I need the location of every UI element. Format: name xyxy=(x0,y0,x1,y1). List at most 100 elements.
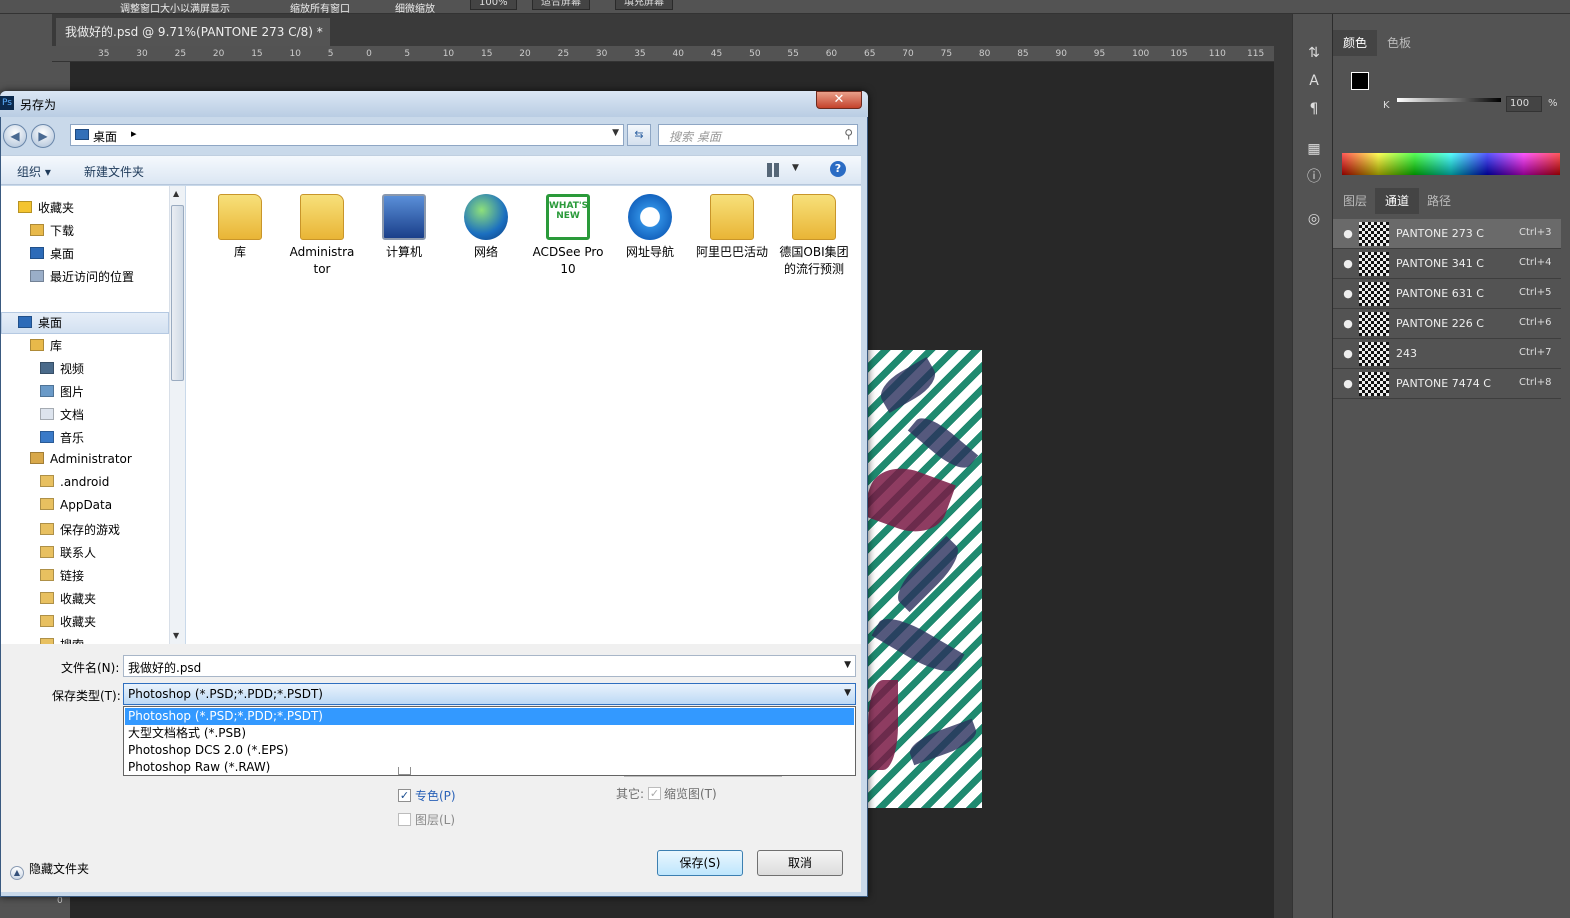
document-tab[interactable]: 我做好的.psd @ 9.71%(PANTONE 273 C/8) * × xyxy=(56,18,330,67)
desktop-icon xyxy=(75,129,89,140)
breadcrumb-arrow-icon[interactable]: ▸ xyxy=(131,127,137,140)
nav-item-libraries[interactable]: 库 xyxy=(30,337,62,354)
eye-icon[interactable]: ● xyxy=(1341,227,1355,241)
channel-row[interactable]: ● PANTONE 7474 C Ctrl+8 xyxy=(1333,369,1561,399)
scroll-down-icon[interactable]: ▼ xyxy=(173,631,179,640)
filetype-option[interactable]: Photoshop (*.PSD;*.PDD;*.PSDT) xyxy=(125,708,854,725)
tab-swatches[interactable]: 色板 xyxy=(1377,30,1421,56)
file-item[interactable]: 网址导航 xyxy=(612,194,688,261)
resize-windows-checkbox[interactable]: 调整窗口大小以满屏显示 xyxy=(120,0,230,15)
nav-item-label: 桌面 xyxy=(50,247,75,261)
file-item[interactable]: 德国OBI集团的流行预测 xyxy=(776,194,852,278)
view-dropdown-icon[interactable]: ▼ xyxy=(792,163,799,173)
filetype-option[interactable]: 大型文档格式 (*.PSB) xyxy=(125,725,854,742)
file-item[interactable]: WHAT'S NEW ACDSee Pro 10 xyxy=(530,194,606,278)
channel-row[interactable]: ● PANTONE 226 C Ctrl+6 xyxy=(1333,309,1561,339)
filetype-option[interactable]: Photoshop DCS 2.0 (*.EPS) xyxy=(125,742,854,759)
channel-row[interactable]: ● PANTONE 631 C Ctrl+5 xyxy=(1333,279,1561,309)
nav-item-admin[interactable]: Administrator xyxy=(30,452,132,466)
organize-button[interactable]: 组织 ▾ xyxy=(17,163,51,180)
eye-icon[interactable]: ● xyxy=(1341,347,1355,361)
info-icon[interactable]: ⓘ xyxy=(1305,168,1323,186)
tab-paths[interactable]: 路径 xyxy=(1417,188,1461,214)
filetype-select[interactable]: Photoshop (*.PSD;*.PDD;*.PSDT) ▼ xyxy=(123,683,856,705)
tab-layers[interactable]: 图层 xyxy=(1333,188,1377,214)
address-bar[interactable]: 桌面 ▸ ▼ xyxy=(70,124,624,146)
new-folder-button[interactable]: 新建文件夹 xyxy=(84,163,144,180)
nav-item-links[interactable]: 链接 xyxy=(40,567,84,584)
paragraph-icon[interactable]: ¶ xyxy=(1305,100,1323,118)
nav-item-search[interactable]: 搜索 xyxy=(40,636,84,644)
scrubby-zoom-checkbox[interactable]: 细微缩放 xyxy=(395,0,435,15)
search-icon[interactable]: ⚲ xyxy=(844,127,853,141)
saved-games-icon xyxy=(40,523,54,535)
channel-row[interactable]: ● 243 Ctrl+7 xyxy=(1333,339,1561,369)
refresh-icon[interactable]: ⇆ xyxy=(627,124,651,146)
color-spectrum-ramp[interactable] xyxy=(1342,153,1560,175)
foreground-color-swatch[interactable] xyxy=(1351,72,1369,90)
address-dropdown-icon[interactable]: ▼ xyxy=(612,128,619,138)
spot-colors-label[interactable]: 专色(P) xyxy=(415,787,456,804)
nav-item-fav1[interactable]: 收藏夹 xyxy=(40,590,96,607)
nav-item-recent[interactable]: 最近访问的位置 xyxy=(30,268,134,285)
file-item[interactable]: 库 xyxy=(202,194,278,261)
file-item[interactable]: Administra tor xyxy=(284,194,360,278)
nav-item-music[interactable]: 音乐 xyxy=(40,429,84,446)
nav-item-desktop[interactable]: 桌面 xyxy=(30,245,74,262)
canvas-scrollbar[interactable] xyxy=(1274,14,1292,918)
zoom-100-button[interactable]: 100% xyxy=(470,0,517,10)
back-arrow-icon[interactable]: ◀ xyxy=(3,124,27,148)
k-value-input[interactable]: 100 xyxy=(1506,96,1542,112)
ruler-tick: 115 xyxy=(1247,49,1265,59)
forward-arrow-icon[interactable]: ▶ xyxy=(31,124,55,148)
view-options-icon[interactable] xyxy=(767,163,781,177)
nav-item-favorites[interactable]: 收藏夹 xyxy=(18,199,74,216)
nav-item-desktop2[interactable]: 桌面 xyxy=(18,314,62,331)
nav-item-downloads[interactable]: 下载 xyxy=(30,222,74,239)
filename-field[interactable]: 我做好的.psd ▼ xyxy=(123,655,856,677)
k-slider[interactable] xyxy=(1397,98,1501,102)
history-icon[interactable]: ⇅ xyxy=(1305,44,1323,62)
eye-icon[interactable]: ● xyxy=(1341,377,1355,391)
character-icon[interactable]: A xyxy=(1305,72,1323,90)
dialog-titlebar[interactable]: Ps 另存为 xyxy=(0,91,868,117)
file-item[interactable]: 阿里巴巴活动 xyxy=(694,194,770,261)
libraries-icon[interactable]: ◎ xyxy=(1305,210,1323,228)
channel-row[interactable]: ● PANTONE 341 C Ctrl+4 xyxy=(1333,249,1561,279)
thumbnail-checkbox: ✓ xyxy=(648,787,661,800)
filename-dropdown-icon[interactable]: ▼ xyxy=(844,660,851,670)
cancel-button[interactable]: 取消 xyxy=(757,850,843,876)
hide-folders-toggle[interactable]: ▲ 隐藏文件夹 xyxy=(10,860,89,880)
nav-item-videos[interactable]: 视频 xyxy=(40,360,84,377)
file-item[interactable]: 网络 xyxy=(448,194,524,261)
eye-icon[interactable]: ● xyxy=(1341,257,1355,271)
nav-item-android[interactable]: .android xyxy=(40,475,109,489)
properties-icon[interactable]: ▦ xyxy=(1305,140,1323,158)
channel-row[interactable]: ● PANTONE 273 C Ctrl+3 xyxy=(1333,219,1561,249)
fit-screen-button[interactable]: 适合屏幕 xyxy=(532,0,590,10)
nav-item-appdata[interactable]: AppData xyxy=(40,498,112,512)
file-item[interactable]: 计算机 xyxy=(366,194,442,261)
search-input[interactable]: 搜索 桌面 ⚲ xyxy=(658,124,858,146)
filetype-dropdown-icon[interactable]: ▼ xyxy=(844,688,851,698)
close-button[interactable]: ✕ xyxy=(816,91,862,109)
nav-scrollbar-thumb[interactable] xyxy=(171,205,184,381)
nav-item-pictures[interactable]: 图片 xyxy=(40,383,84,400)
scroll-up-icon[interactable]: ▲ xyxy=(173,189,179,198)
nav-item-savedgames[interactable]: 保存的游戏 xyxy=(40,521,120,538)
nav-item-fav2[interactable]: 收藏夹 xyxy=(40,613,96,630)
help-icon[interactable]: ? xyxy=(830,161,846,177)
save-button[interactable]: 保存(S) xyxy=(657,850,743,876)
tab-channels[interactable]: 通道 xyxy=(1375,188,1420,214)
fill-screen-button[interactable]: 填充屏幕 xyxy=(615,0,673,10)
nav-item-documents[interactable]: 文档 xyxy=(40,406,84,423)
eye-icon[interactable]: ● xyxy=(1341,287,1355,301)
filetype-option[interactable]: Photoshop Raw (*.RAW) xyxy=(125,759,854,776)
eye-icon[interactable]: ● xyxy=(1341,317,1355,331)
spot-colors-checkbox[interactable]: ✓ xyxy=(398,789,411,802)
nav-item-label: Administrator xyxy=(50,452,132,466)
nav-item-contacts[interactable]: 联系人 xyxy=(40,544,96,561)
tab-color[interactable]: 颜色 xyxy=(1333,30,1378,56)
zoom-all-windows-checkbox[interactable]: 缩放所有窗口 xyxy=(290,0,350,15)
hidden-option-checkbox[interactable] xyxy=(398,767,411,775)
